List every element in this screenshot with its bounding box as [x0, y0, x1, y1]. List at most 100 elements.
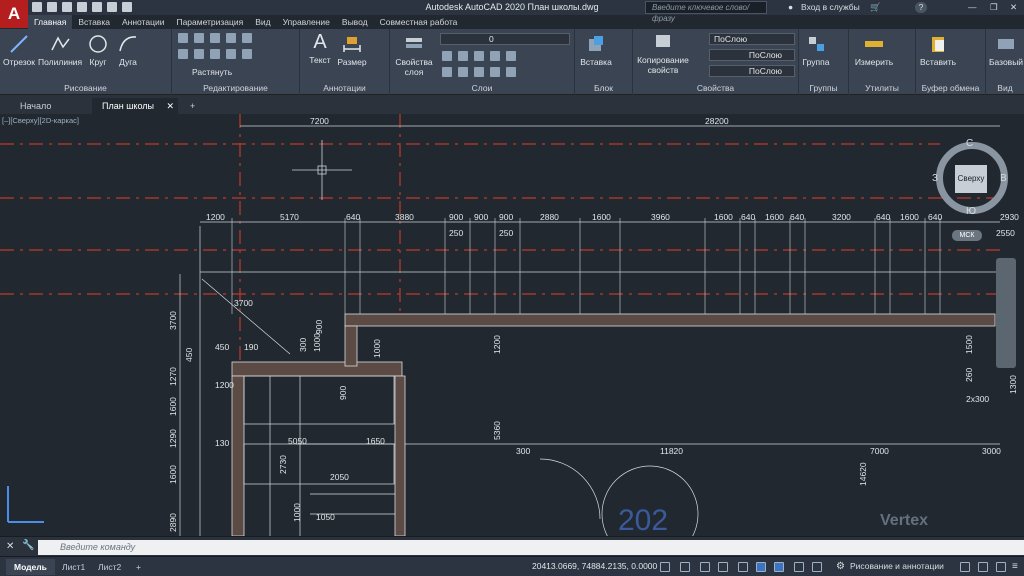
tab-insert[interactable]: Вставка — [72, 15, 116, 29]
panel-label[interactable]: Вид — [986, 83, 1024, 93]
customize-icon[interactable]: 🔧 — [22, 540, 34, 551]
gear-icon[interactable]: ⚙ — [836, 561, 845, 572]
dim-row-2: 5170 — [280, 212, 299, 222]
tab-start[interactable]: Начало — [10, 98, 61, 114]
grid-icon[interactable] — [680, 562, 690, 572]
app-logo[interactable]: A — [0, 0, 28, 28]
tab-home[interactable]: Главная — [28, 15, 73, 29]
panel-label[interactable]: Буфер обмена — [916, 83, 985, 93]
measure-button[interactable]: Измерить — [851, 33, 897, 67]
tab-layout1[interactable]: Лист1 — [54, 559, 93, 575]
dim-row-1: 1200 — [206, 212, 225, 222]
tab-model[interactable]: Модель — [6, 559, 55, 575]
workspace-switch[interactable]: Рисование и аннотации — [850, 561, 944, 571]
close-tab-icon[interactable]: ✕ — [166, 98, 174, 114]
dim-row-4: 3880 — [395, 212, 414, 222]
compass-north[interactable]: С — [966, 138, 973, 149]
dim-misc-29: 11820 — [660, 446, 683, 456]
help-icon[interactable]: ? — [915, 2, 927, 13]
annotation-scale-icon[interactable] — [812, 562, 822, 572]
panel-label[interactable]: Рисование — [0, 83, 171, 93]
layer-tools-row-2[interactable] — [442, 67, 516, 77]
customize-status-icon[interactable]: ≡ — [1012, 561, 1018, 572]
layers-icon — [406, 38, 422, 48]
command-input[interactable]: Введите команду — [38, 540, 1024, 555]
panel-label[interactable]: Блок — [575, 83, 632, 93]
tab-manage[interactable]: Управление — [277, 15, 336, 29]
panel-label[interactable]: Аннотации — [300, 83, 389, 93]
circle-button[interactable]: Круг — [84, 33, 112, 67]
paste-button[interactable]: Вставить — [920, 33, 956, 67]
dim-misc-8: 1000 — [312, 333, 322, 352]
dim-row-6: 900 — [474, 212, 488, 222]
signin-link[interactable]: Вход в службы — [801, 2, 860, 12]
search-input[interactable]: Введите ключевое слово/фразу — [645, 1, 767, 23]
color-dropdown[interactable]: ПоСлою — [709, 33, 795, 45]
panel-label[interactable]: Утилиты — [849, 83, 915, 93]
tab-collaborate[interactable]: Совместная работа — [374, 15, 464, 29]
ortho-icon[interactable] — [738, 562, 748, 572]
lineweight-dropdown[interactable]: ПоСлою — [709, 65, 795, 77]
modify-row-1[interactable] — [178, 33, 252, 43]
text-button[interactable]: A Текст — [304, 31, 336, 65]
clean-screen-icon[interactable] — [996, 562, 1006, 572]
hardware-accel-icon[interactable] — [978, 562, 988, 572]
dimension-button[interactable]: Размер — [336, 33, 368, 67]
dim-misc-1: 250 — [449, 228, 463, 238]
panel-label[interactable]: Свойства — [633, 83, 798, 93]
tab-view[interactable]: Вид — [249, 15, 276, 29]
tab-parametric[interactable]: Параметризация — [170, 15, 249, 29]
annotation-small-tools[interactable] — [370, 34, 380, 44]
layer-tools-row-1[interactable] — [442, 51, 516, 61]
tab-output[interactable]: Вывод — [336, 15, 374, 29]
user-icon[interactable]: ● — [788, 2, 793, 12]
compass-east[interactable]: В — [1000, 173, 1007, 184]
tab-drawing[interactable]: План школы ✕ — [92, 98, 178, 114]
panel-label[interactable]: Группы — [799, 83, 848, 93]
close-cmd-icon[interactable]: ✕ — [6, 541, 14, 552]
tab-layout2[interactable]: Лист2 — [90, 559, 129, 575]
dim-misc-12: 130 — [215, 438, 229, 448]
close-icon[interactable]: ✕ — [1010, 2, 1017, 13]
polar-icon[interactable] — [756, 562, 766, 572]
layer-dropdown[interactable]: 0 — [440, 33, 570, 45]
otrack-icon[interactable] — [794, 562, 804, 572]
stretch-button[interactable]: Растянуть — [178, 67, 238, 77]
match-properties-button[interactable]: Копирование свойств — [635, 31, 691, 75]
minimize-icon[interactable]: — — [968, 2, 977, 12]
insert-block-button[interactable]: Вставка — [579, 33, 613, 67]
navigation-bar[interactable] — [996, 258, 1016, 368]
layer-properties-button[interactable]: Свойства слоя — [394, 33, 434, 77]
isolate-icon[interactable] — [960, 562, 970, 572]
dim-misc-35: 260 — [964, 368, 974, 382]
drawing-area[interactable]: 7200 28200 1200 5170 640 3880 900 900 90… — [0, 114, 1024, 536]
new-tab-icon[interactable]: + — [180, 98, 205, 114]
linetype-dropdown[interactable]: ПоСлою — [709, 49, 795, 61]
infer-icon[interactable] — [718, 562, 728, 572]
dim-misc-11: 1200 — [215, 380, 234, 390]
viewcube-face[interactable]: Сверху — [955, 165, 987, 193]
osnap-icon[interactable] — [774, 562, 784, 572]
group-icon — [809, 37, 824, 51]
polyline-button[interactable]: Полилиния — [38, 33, 82, 67]
cart-icon[interactable]: 🛒 — [870, 2, 881, 13]
tab-annotate[interactable]: Аннотации — [116, 15, 171, 29]
line-button[interactable]: Отрезок — [2, 33, 36, 67]
add-layout-icon[interactable]: + — [128, 559, 149, 575]
arc-button[interactable]: Дуга — [114, 33, 142, 67]
model-space-icon[interactable] — [660, 562, 670, 572]
compass-south[interactable]: Ю — [966, 206, 976, 217]
group-button[interactable]: Группа — [801, 33, 831, 67]
viewport-controls[interactable]: [–][Сверху][2D-каркас] — [2, 116, 79, 125]
base-view-button[interactable]: Базовый — [988, 33, 1024, 67]
modify-row-2[interactable] — [178, 49, 252, 59]
draw-small-tools[interactable] — [146, 34, 156, 44]
snap-icon[interactable] — [700, 562, 710, 572]
panel-label[interactable]: Редактирование — [172, 83, 299, 93]
compass-west[interactable]: З — [932, 173, 938, 184]
ucs-menu[interactable]: МСК — [952, 230, 982, 241]
restore-icon[interactable]: ❐ — [990, 2, 998, 13]
panel-label[interactable]: Слои — [390, 83, 574, 93]
dim-row-13: 1600 — [765, 212, 784, 222]
dim-misc-32: 14620 — [858, 462, 868, 486]
